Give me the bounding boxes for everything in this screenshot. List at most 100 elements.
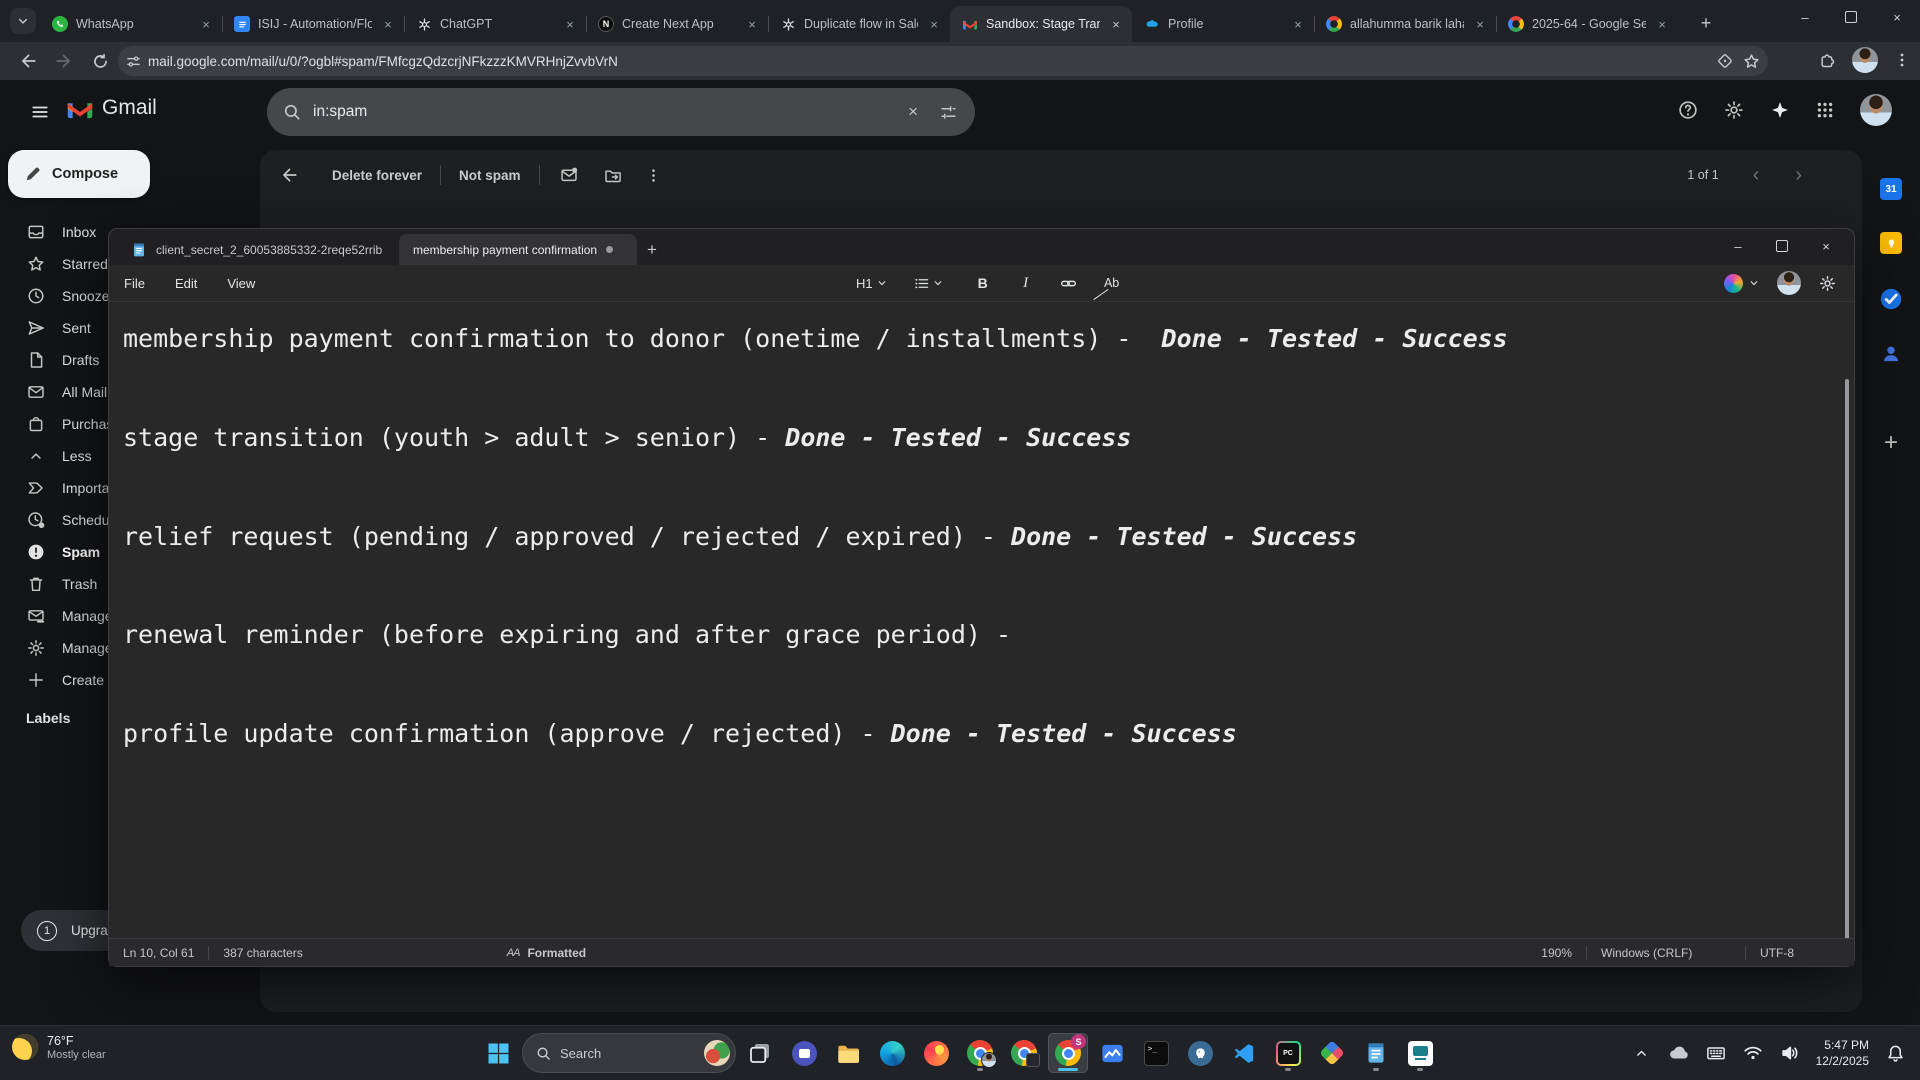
browser-tab-profile[interactable]: Profile × bbox=[1132, 6, 1314, 42]
touch-keyboard-icon[interactable] bbox=[1701, 1036, 1731, 1070]
notepad-new-tab-button[interactable]: + bbox=[637, 235, 667, 265]
browser-tab-isij-automation-flo[interactable]: ISIJ - Automation/Flo × bbox=[222, 6, 404, 42]
notepad-maximize-button[interactable] bbox=[1760, 229, 1804, 263]
tab-close-icon[interactable]: × bbox=[198, 16, 214, 32]
notepad-minimize-button[interactable]: – bbox=[1716, 229, 1760, 263]
move-to-folder-icon[interactable] bbox=[598, 166, 628, 184]
gmail-account-avatar[interactable] bbox=[1860, 94, 1892, 126]
bookmark-star-icon[interactable] bbox=[1743, 53, 1760, 70]
taskbar-notepad-icon[interactable] bbox=[1356, 1033, 1396, 1073]
taskbar-pgadmin-icon[interactable] bbox=[1312, 1033, 1352, 1073]
new-tab-button[interactable]: + bbox=[1692, 9, 1720, 37]
browser-profile-avatar[interactable] bbox=[1852, 47, 1878, 73]
help-icon[interactable] bbox=[1678, 100, 1698, 120]
encoding[interactable]: UTF-8 bbox=[1746, 946, 1844, 960]
clear-formatting-button[interactable]: Ab bbox=[1094, 270, 1130, 296]
gemini-sparkle-icon[interactable] bbox=[1770, 100, 1790, 120]
back-button[interactable] bbox=[14, 47, 42, 75]
calendar-icon[interactable]: 31 bbox=[1880, 178, 1902, 200]
onedrive-icon[interactable] bbox=[1664, 1036, 1694, 1070]
tab-close-icon[interactable]: × bbox=[1654, 16, 1670, 32]
close-button[interactable]: × bbox=[1874, 0, 1920, 34]
tab-close-icon[interactable]: × bbox=[1108, 16, 1124, 32]
heading-style-button[interactable]: H1 bbox=[851, 270, 892, 296]
weather-widget[interactable]: 76°F Mostly clear bbox=[12, 1033, 106, 1061]
keep-icon[interactable] bbox=[1880, 232, 1902, 255]
taskbar-file-explorer-icon[interactable] bbox=[828, 1033, 868, 1073]
maximize-button[interactable] bbox=[1828, 0, 1874, 34]
taskbar-chrome-active-icon[interactable]: S bbox=[1048, 1033, 1088, 1073]
taskbar-media-app-icon[interactable] bbox=[784, 1033, 824, 1073]
taskbar-edge-icon[interactable] bbox=[872, 1033, 912, 1073]
gmail-search-bar[interactable]: in:spam × bbox=[267, 88, 975, 136]
settings-gear-icon[interactable] bbox=[1724, 100, 1744, 120]
mark-unread-icon[interactable] bbox=[540, 166, 598, 184]
back-to-list-icon[interactable] bbox=[260, 166, 314, 184]
delete-forever-button[interactable]: Delete forever bbox=[314, 168, 440, 183]
browser-tab-sandbox-stage-trans[interactable]: Sandbox: Stage Trans × bbox=[950, 6, 1132, 42]
list-style-button[interactable] bbox=[909, 270, 948, 296]
taskbar-pycharm-icon[interactable]: PC bbox=[1268, 1033, 1308, 1073]
browser-tab-2025-64-google-se[interactable]: 2025-64 - Google Se × bbox=[1496, 6, 1678, 42]
notepad-account-avatar[interactable] bbox=[1777, 271, 1801, 295]
address-bar[interactable]: mail.google.com/mail/u/0/?ogbl#spam/FMfc… bbox=[118, 46, 1768, 76]
taskbar-task-view-icon[interactable] bbox=[740, 1033, 780, 1073]
taskbar-search-box[interactable]: Search bbox=[522, 1033, 736, 1073]
contacts-icon[interactable] bbox=[1880, 343, 1902, 365]
reload-button[interactable] bbox=[86, 47, 114, 75]
zoom-level[interactable]: 190% bbox=[1527, 946, 1586, 960]
browser-tab-chatgpt[interactable]: ChatGPT × bbox=[404, 6, 586, 42]
notepad-close-button[interactable]: × bbox=[1804, 229, 1848, 263]
newer-chevron-icon[interactable]: ‹ bbox=[1753, 164, 1760, 187]
menu-view[interactable]: View bbox=[212, 276, 270, 291]
tab-close-icon[interactable]: × bbox=[926, 16, 942, 32]
taskbar-task-app-icon[interactable] bbox=[1400, 1033, 1440, 1073]
tab-search-button[interactable] bbox=[10, 8, 36, 34]
tab-close-icon[interactable]: × bbox=[562, 16, 578, 32]
tab-close-icon[interactable]: × bbox=[380, 16, 396, 32]
insert-link-button[interactable] bbox=[1051, 270, 1087, 296]
taskbar-chrome-profile-1-icon[interactable] bbox=[960, 1033, 1000, 1073]
wifi-icon[interactable] bbox=[1738, 1036, 1768, 1070]
browser-tab-allahumma-barik-laha[interactable]: allahumma barik laha × bbox=[1314, 6, 1496, 42]
forward-button[interactable] bbox=[50, 47, 78, 75]
italic-button[interactable]: I bbox=[1008, 270, 1044, 296]
older-chevron-icon[interactable]: › bbox=[1795, 164, 1802, 187]
line-ending[interactable]: Windows (CRLF) bbox=[1587, 946, 1745, 960]
plus-icon[interactable]: + bbox=[1884, 429, 1898, 457]
tasks-icon[interactable] bbox=[1879, 287, 1903, 311]
taskbar-task-manager-icon[interactable] bbox=[1092, 1033, 1132, 1073]
notepad-tab-membership[interactable]: membership payment confirmation bbox=[399, 234, 637, 265]
google-apps-grid-icon[interactable] bbox=[1816, 101, 1834, 119]
copilot-button[interactable] bbox=[1724, 274, 1759, 293]
main-menu-icon[interactable] bbox=[22, 94, 58, 130]
taskbar-vscode-icon[interactable] bbox=[1224, 1033, 1264, 1073]
clear-search-icon[interactable]: × bbox=[898, 102, 928, 122]
search-icon[interactable] bbox=[283, 103, 301, 121]
taskbar-terminal-icon[interactable]: >_ bbox=[1136, 1033, 1176, 1073]
browser-tab-create-next-app[interactable]: N Create Next App × bbox=[586, 6, 768, 42]
site-info-icon[interactable] bbox=[118, 54, 148, 69]
tab-close-icon[interactable]: × bbox=[744, 16, 760, 32]
notification-bell-icon[interactable] bbox=[1880, 1036, 1910, 1070]
more-options-icon[interactable] bbox=[628, 168, 679, 183]
taskbar-postgresql-icon[interactable] bbox=[1180, 1033, 1220, 1073]
notepad-settings-icon[interactable] bbox=[1819, 275, 1836, 292]
menu-file[interactable]: File bbox=[109, 276, 160, 291]
bold-button[interactable]: B bbox=[965, 270, 1001, 296]
tray-chevron-up-icon[interactable] bbox=[1627, 1036, 1657, 1070]
not-spam-button[interactable]: Not spam bbox=[441, 168, 539, 183]
taskbar-firefox-icon[interactable] bbox=[916, 1033, 956, 1073]
start-button[interactable] bbox=[478, 1033, 518, 1073]
taskbar-clock[interactable]: 5:47 PM 12/2/2025 bbox=[1812, 1037, 1873, 1069]
editor-scrollbar[interactable] bbox=[1845, 379, 1849, 938]
browser-tab-whatsapp[interactable]: WhatsApp × bbox=[40, 6, 222, 42]
browser-menu-icon[interactable] bbox=[1894, 52, 1910, 68]
menu-edit[interactable]: Edit bbox=[160, 276, 212, 291]
extensions-icon[interactable] bbox=[1819, 52, 1836, 69]
notepad-tab-client-secret[interactable]: client_secret_2_60053885332-2reqe52rrib bbox=[117, 234, 399, 265]
minimize-button[interactable]: – bbox=[1782, 0, 1828, 34]
taskbar-chrome-profile-2-icon[interactable] bbox=[1004, 1033, 1044, 1073]
volume-icon[interactable] bbox=[1775, 1036, 1805, 1070]
bookmark-side-panel-icon[interactable] bbox=[1717, 53, 1733, 69]
